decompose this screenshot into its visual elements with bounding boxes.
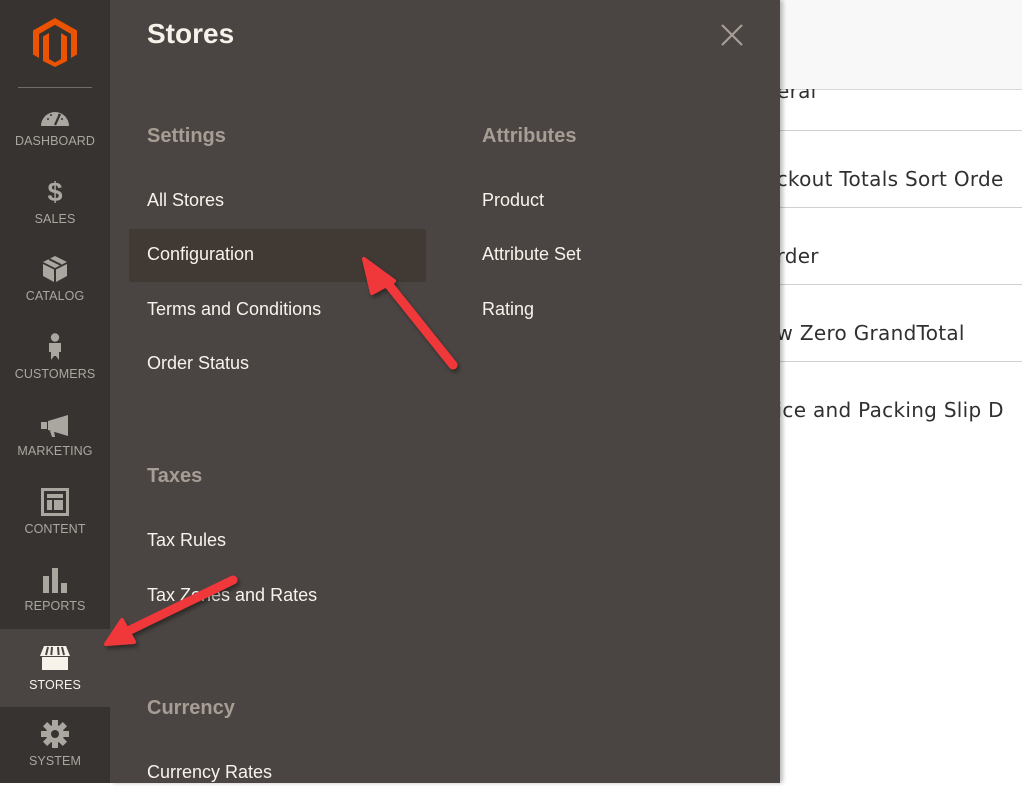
nav-item-marketing[interactable]: MARKETING: [0, 410, 110, 488]
bar-chart-icon: [43, 568, 67, 593]
nav-item-label: CUSTOMERS: [14, 367, 96, 381]
stores-flyout-menu: Stores Settings All Stores Configuration…: [110, 0, 780, 783]
menu-link-all-stores[interactable]: All Stores: [147, 190, 224, 211]
menu-link-tax-zones-and-rates[interactable]: Tax Zones and Rates: [147, 585, 317, 606]
nav-item-label: CONTENT: [24, 522, 86, 536]
nav-item-stores[interactable]: STORES: [0, 629, 110, 707]
box-icon: [43, 256, 67, 282]
person-icon: [49, 333, 61, 360]
nav-item-content[interactable]: CONTENT: [0, 488, 110, 566]
config-section-label: oice and Packing Slip D: [780, 398, 1004, 422]
nav-item-catalog[interactable]: CATALOG: [0, 255, 110, 333]
menu-link-order-status[interactable]: Order Status: [147, 353, 249, 374]
nav-item-label: REPORTS: [24, 599, 86, 613]
config-section-row[interactable]: oice and Packing Slip D: [780, 362, 1022, 438]
layout-icon: [41, 488, 69, 516]
menu-link-rating[interactable]: Rating: [482, 299, 534, 320]
megaphone-icon: [41, 415, 68, 437]
close-icon: [721, 24, 743, 46]
config-section-label: order: [780, 244, 819, 268]
config-section-label: neral: [780, 89, 817, 103]
logo-divider: [18, 87, 92, 88]
nav-item-label: MARKETING: [17, 444, 93, 458]
config-section-row[interactable]: ow Zero GrandTotal: [780, 285, 1022, 362]
group-title-attributes: Attributes: [482, 125, 577, 147]
menu-link-configuration[interactable]: Configuration: [147, 244, 254, 265]
dollar-icon: $: [47, 177, 63, 207]
dashboard-gauge-icon: [41, 112, 69, 126]
config-section-label: eckout Totals Sort Orde: [780, 167, 1004, 191]
config-section-row[interactable]: neral: [780, 89, 1022, 131]
magento-logo[interactable]: [31, 17, 79, 67]
panel-title: Stores: [147, 18, 235, 49]
menu-link-currency-rates[interactable]: Currency Rates: [147, 762, 272, 783]
nav-item-sales[interactable]: $ SALES: [0, 178, 110, 256]
page-header: [780, 0, 1022, 90]
menu-link-attribute-set[interactable]: Attribute Set: [482, 244, 581, 265]
background-page: neral eckout Totals Sort Orde order ow Z…: [780, 0, 1022, 783]
nav-item-dashboard[interactable]: DASHBOARD: [0, 100, 110, 178]
nav-item-label: SALES: [34, 212, 76, 226]
menu-link-terms-and-conditions[interactable]: Terms and Conditions: [147, 299, 321, 320]
group-title-currency: Currency: [147, 697, 235, 719]
config-section-list: neral eckout Totals Sort Orde order ow Z…: [780, 89, 1022, 438]
group-title-taxes: Taxes: [147, 465, 203, 487]
magento-logo-icon: [33, 18, 77, 67]
nav-item-label: STORES: [29, 678, 81, 692]
admin-sidebar: DASHBOARD $ SALES CATALOG CUSTOMERS MARK…: [0, 0, 110, 783]
config-section-row[interactable]: order: [780, 208, 1022, 285]
nav-item-label: SYSTEM: [29, 754, 81, 768]
menu-link-tax-rules[interactable]: Tax Rules: [147, 530, 226, 551]
nav-item-customers[interactable]: CUSTOMERS: [0, 333, 110, 411]
config-section-label: ow Zero GrandTotal: [780, 321, 965, 345]
menu-link-product[interactable]: Product: [482, 190, 544, 211]
group-title-settings: Settings: [147, 125, 226, 147]
nav-item-label: DASHBOARD: [14, 134, 96, 148]
nav-item-system[interactable]: SYSTEM: [0, 720, 110, 798]
close-button[interactable]: [719, 22, 745, 48]
storefront-icon: [40, 646, 70, 670]
gear-icon: [41, 720, 69, 748]
config-section-row[interactable]: eckout Totals Sort Orde: [780, 131, 1022, 208]
nav-item-label: CATALOG: [25, 289, 85, 303]
